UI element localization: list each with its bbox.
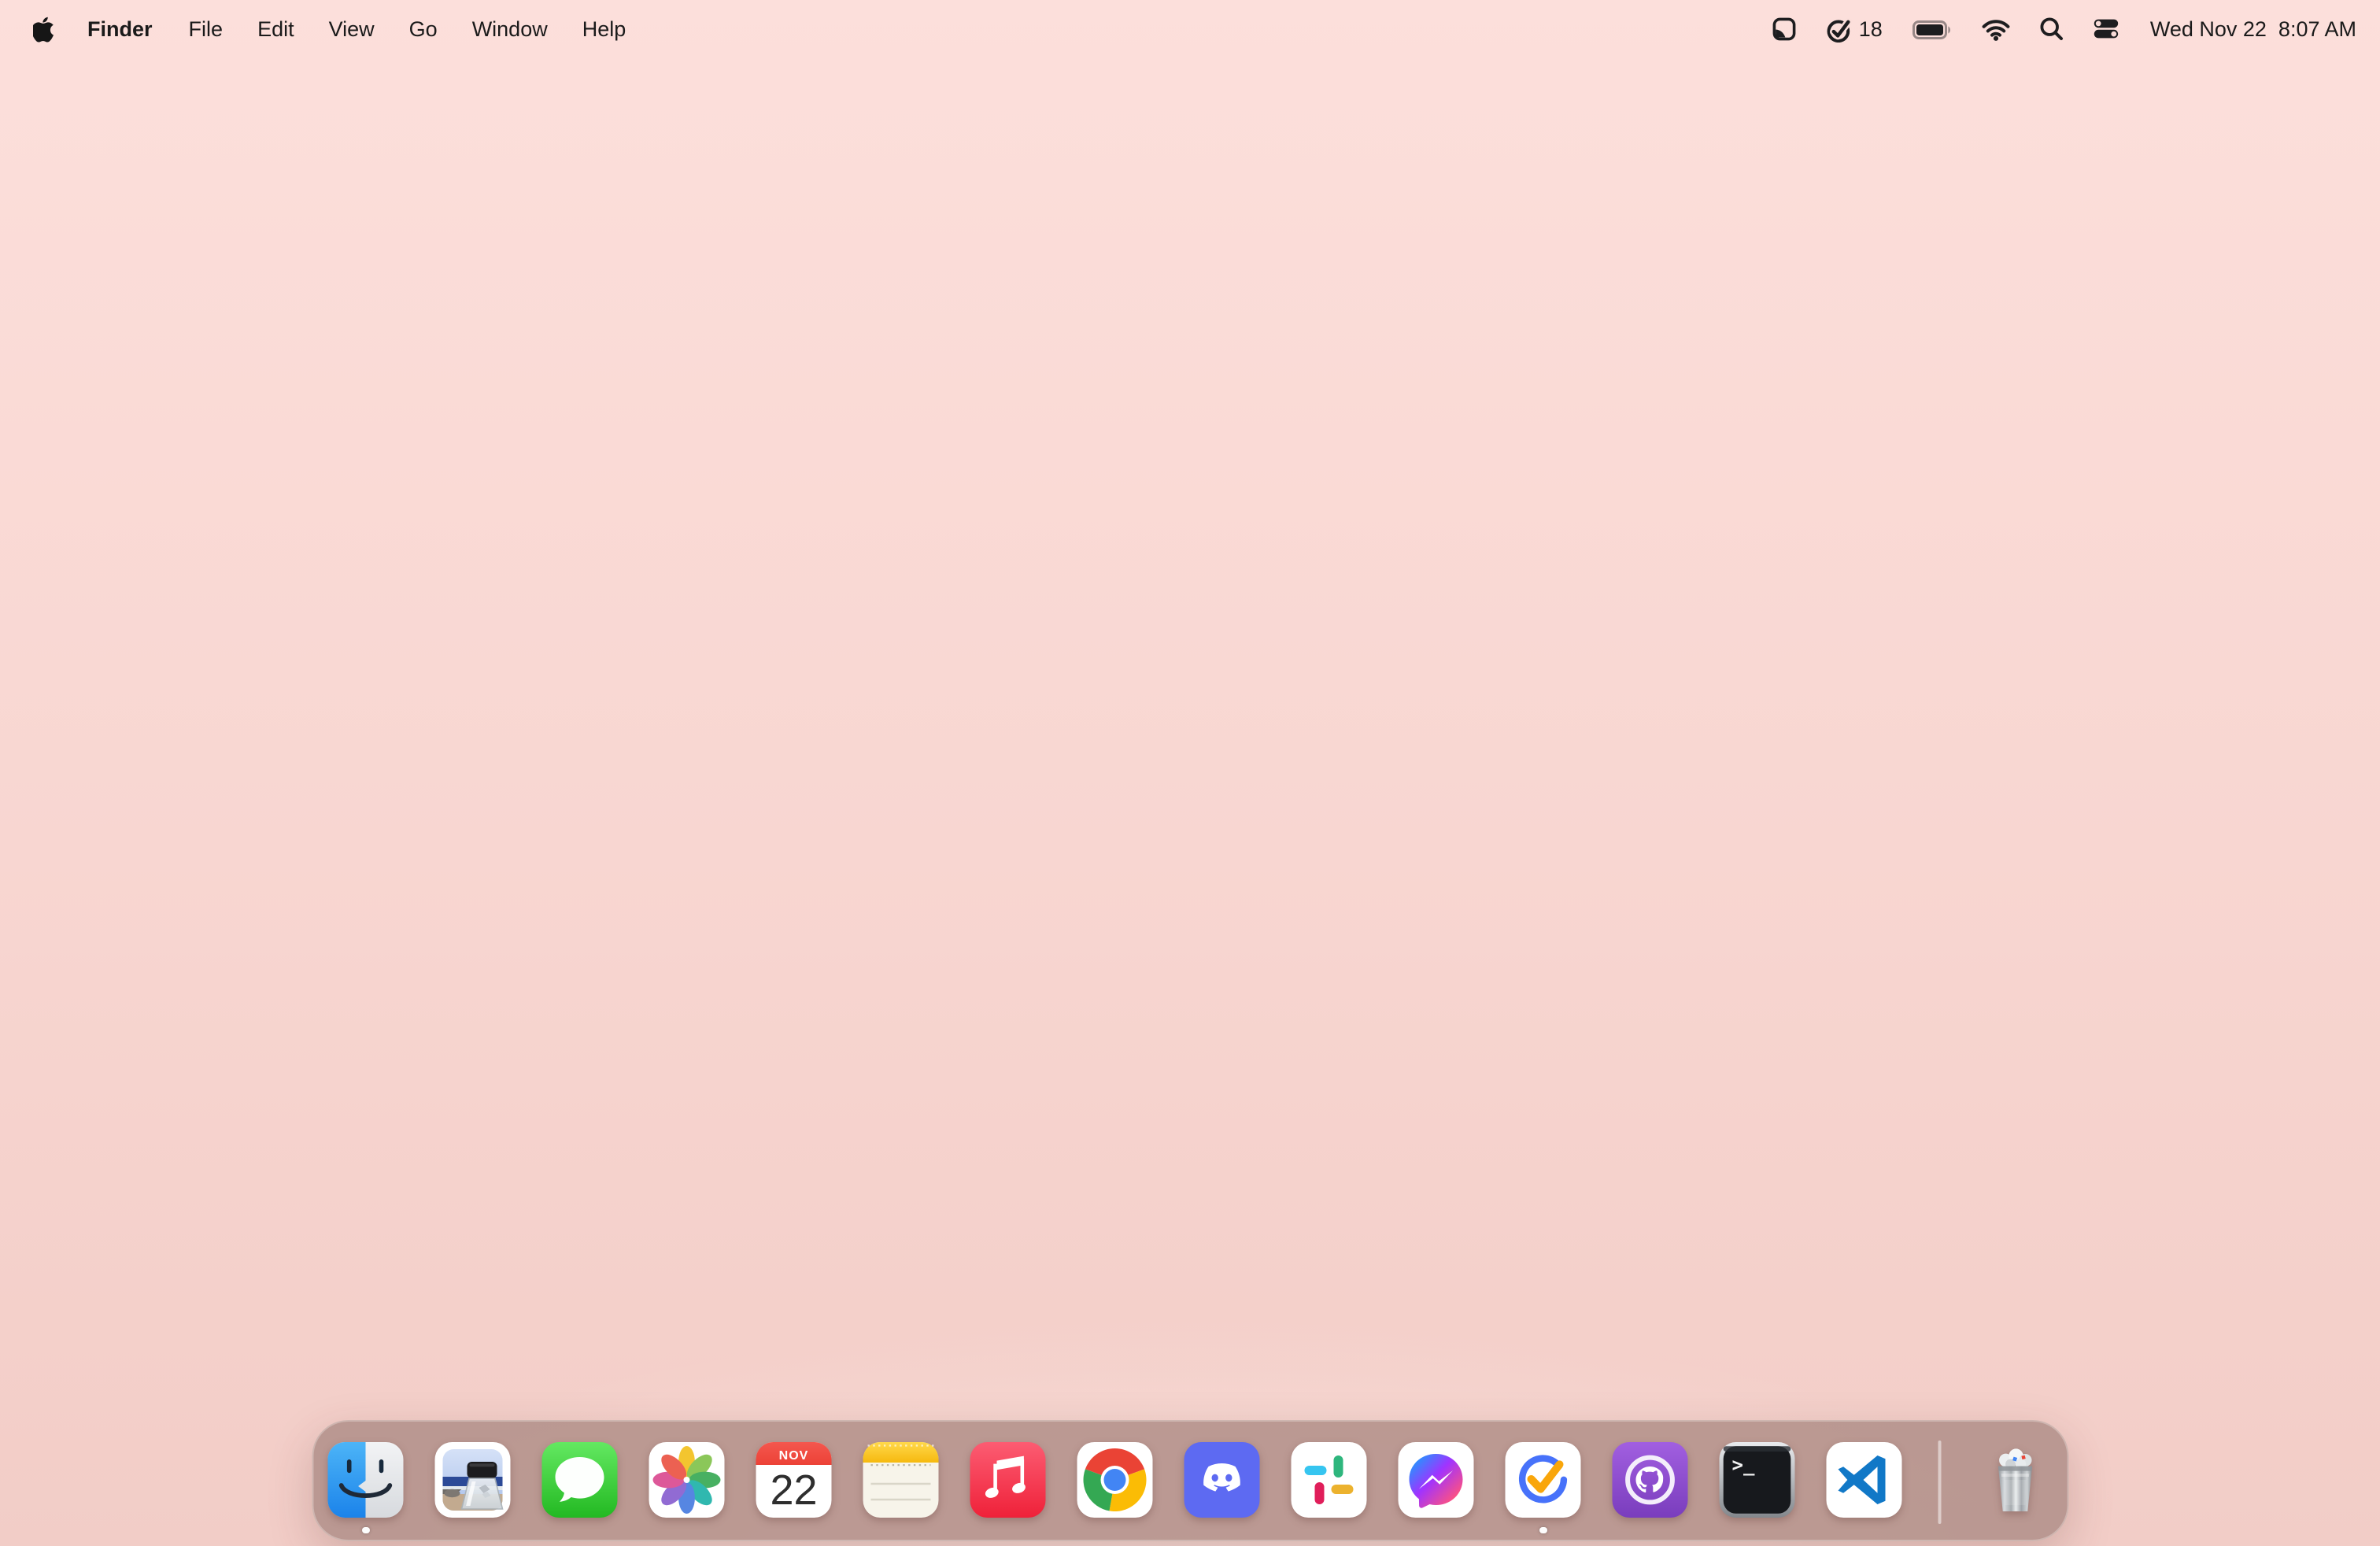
slack-icon	[1291, 1442, 1367, 1518]
battery-full-icon	[1912, 20, 1950, 39]
discord-icon	[1184, 1442, 1260, 1518]
dock-item-photos[interactable]	[649, 1422, 725, 1540]
dock-item-notes[interactable]	[863, 1422, 939, 1540]
running-indicator	[1539, 1526, 1547, 1533]
dock-item-slack[interactable]	[1291, 1422, 1367, 1540]
dock-item-messages[interactable]	[541, 1422, 618, 1540]
dock-item-terminal[interactable]: >_	[1719, 1422, 1795, 1540]
ticktick-menu-extra[interactable]: 18	[1826, 17, 1883, 42]
dock-item-music[interactable]	[970, 1422, 1046, 1540]
dock-item-vscode[interactable]	[1826, 1422, 1902, 1540]
dock-item-preview[interactable]	[434, 1422, 511, 1540]
chrome-icon	[1077, 1442, 1153, 1518]
spotlight-menu-extra[interactable]	[2040, 17, 2064, 41]
finder-icon	[327, 1442, 404, 1518]
menu-bar-clock[interactable]: Wed Nov 22 8:07 AM	[2149, 17, 2356, 41]
calendar-day: 22	[770, 1466, 817, 1514]
dock-item-ticktick[interactable]	[1505, 1422, 1581, 1540]
spotlight-search-icon	[2040, 17, 2063, 40]
notes-icon	[863, 1442, 939, 1518]
github-icon	[1612, 1442, 1688, 1518]
dock-item-discord[interactable]	[1184, 1422, 1260, 1540]
menu-go[interactable]: Go	[394, 13, 453, 46]
dock-item-chrome[interactable]	[1077, 1422, 1153, 1540]
trash-full-icon	[1997, 1448, 2032, 1511]
control-center-icon	[2094, 20, 2119, 39]
task-count: 18	[1858, 17, 1883, 41]
terminal-icon: >_	[1719, 1442, 1795, 1518]
wifi-icon	[1982, 19, 2010, 40]
menu-file[interactable]: File	[173, 13, 239, 46]
control-center-menu-extra[interactable]	[2094, 20, 2119, 39]
apple-logo-icon	[33, 17, 54, 43]
wifi-menu-extra[interactable]	[1982, 18, 2010, 40]
menu-edit[interactable]: Edit	[242, 13, 310, 46]
terminal-prompt: >_	[1732, 1454, 1755, 1476]
photos-icon	[649, 1442, 725, 1518]
music-icon	[970, 1442, 1046, 1518]
ticktick-icon	[1505, 1442, 1581, 1518]
active-app-menu[interactable]: Finder	[70, 13, 170, 46]
menu-bar: Finder File Edit View Go Window Help 18 …	[0, 0, 2380, 58]
apple-menu[interactable]	[33, 16, 67, 43]
menu-view[interactable]: View	[313, 13, 390, 46]
vscode-icon	[1826, 1442, 1902, 1518]
desktop[interactable]: Finder File Edit View Go Window Help 18 …	[0, 0, 2380, 1546]
messenger-icon	[1398, 1442, 1474, 1518]
preview-icon	[434, 1442, 511, 1518]
dock-divider	[1938, 1441, 1941, 1524]
menu-window[interactable]: Window	[456, 13, 564, 46]
dock: NOV 22 >_	[312, 1420, 2068, 1541]
battery-menu-extra[interactable]	[1912, 20, 1952, 39]
dock-item-github-desktop[interactable]	[1612, 1422, 1688, 1540]
dock-item-calendar[interactable]: NOV 22	[756, 1422, 832, 1540]
ticktick-check-icon	[1827, 17, 1852, 42]
dock-item-messenger[interactable]	[1398, 1422, 1474, 1540]
calendar-icon: NOV 22	[756, 1442, 832, 1518]
screenshot-utility-menu-extra[interactable]	[1772, 17, 1796, 41]
menu-help[interactable]: Help	[567, 13, 642, 46]
messages-icon	[541, 1442, 618, 1518]
dock-item-finder[interactable]	[327, 1422, 404, 1540]
screenshot-utility-icon	[1772, 17, 1796, 41]
dock-item-trash[interactable]	[1977, 1422, 2053, 1540]
calendar-month: NOV	[779, 1449, 809, 1463]
running-indicator	[362, 1526, 369, 1533]
